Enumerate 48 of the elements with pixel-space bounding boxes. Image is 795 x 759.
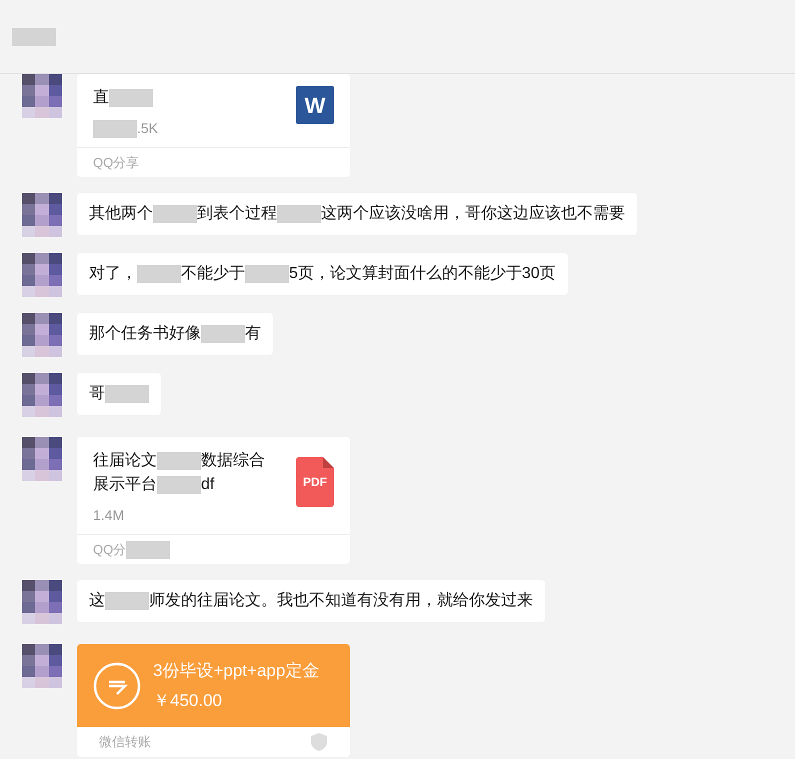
transfer-icon bbox=[93, 662, 141, 710]
message-text: 有 bbox=[245, 324, 261, 344]
message-text: 往届论文 bbox=[93, 450, 157, 471]
avatar bbox=[22, 580, 62, 624]
message-text: QQ分享 bbox=[93, 154, 140, 172]
avatar bbox=[22, 644, 62, 688]
redaction-mosaic bbox=[12, 28, 56, 46]
message-text: 到表个过程 bbox=[197, 204, 277, 224]
message-text: 那个任务书好像 bbox=[89, 324, 201, 344]
redaction-mosaic bbox=[153, 205, 197, 223]
avatar bbox=[22, 313, 62, 357]
message-text: .5K bbox=[137, 119, 158, 138]
redaction-mosaic bbox=[245, 265, 289, 283]
message-text: 5页，论文算封面什么的不能少于30页 bbox=[289, 264, 556, 284]
message-text: df bbox=[201, 475, 214, 495]
avatar bbox=[22, 253, 62, 297]
shield-icon bbox=[310, 732, 328, 752]
redaction-mosaic bbox=[137, 265, 181, 283]
redaction-mosaic bbox=[157, 452, 201, 470]
message-text: 对了， bbox=[89, 264, 137, 284]
redaction-mosaic bbox=[277, 205, 321, 223]
message-text: 这 bbox=[89, 590, 105, 611]
message-text: 其他两个 bbox=[89, 204, 153, 224]
message-text: 展示平台 bbox=[93, 475, 157, 495]
avatar bbox=[22, 373, 62, 417]
avatar bbox=[22, 74, 62, 118]
transfer-amount: ￥450.00 bbox=[153, 690, 223, 712]
redaction-mosaic bbox=[93, 120, 137, 138]
redaction-mosaic bbox=[201, 325, 245, 343]
transfer-note: 3份毕设+ppt+app定金 bbox=[153, 660, 320, 682]
message-text: 师发的往届论文。我也不知道有没有用，就给你发过来 bbox=[149, 590, 533, 611]
word-file-icon: W bbox=[296, 86, 334, 124]
message-text: 直 bbox=[93, 88, 109, 108]
redaction-mosaic bbox=[109, 89, 153, 107]
message-text: 哥 bbox=[89, 384, 105, 404]
redaction-mosaic bbox=[157, 476, 201, 494]
redaction-mosaic bbox=[105, 592, 149, 610]
pdf-file-icon: PDF bbox=[296, 457, 334, 507]
message-text: 数据综合 bbox=[201, 450, 265, 471]
message-text: 不能少于 bbox=[181, 264, 245, 284]
redaction-mosaic bbox=[126, 540, 170, 558]
avatar bbox=[22, 193, 62, 237]
transfer-label: 微信转账 bbox=[99, 733, 151, 752]
redaction-mosaic bbox=[105, 385, 149, 403]
message-text: 这两个应该没啥用，哥你这边应该也不需要 bbox=[321, 204, 625, 224]
avatar bbox=[22, 437, 62, 481]
message-text: QQ分 bbox=[93, 540, 126, 559]
message-text: 1.4M bbox=[93, 506, 124, 525]
